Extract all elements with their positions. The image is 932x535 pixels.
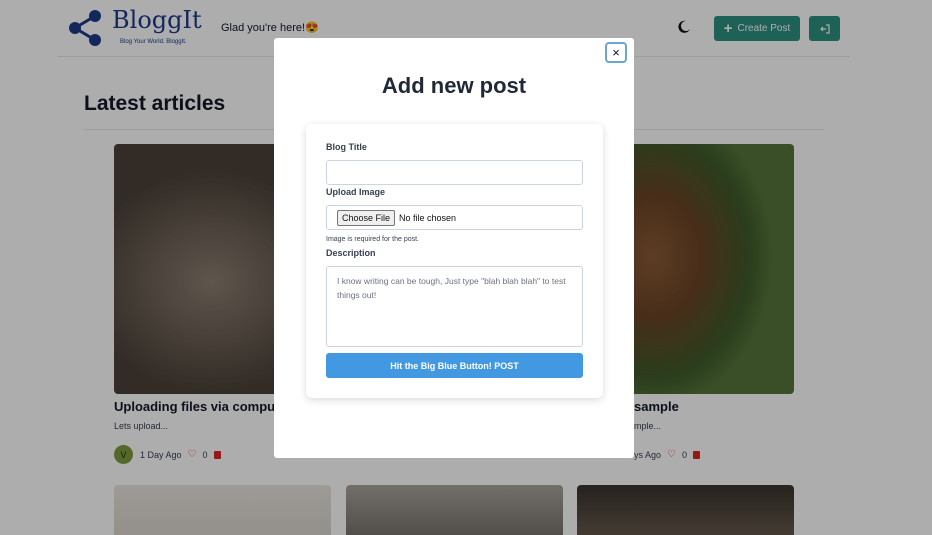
file-status-text: No file chosen: [399, 212, 457, 223]
post-form: Blog Title Upload Image Choose File No f…: [306, 124, 603, 398]
blog-title-label: Blog Title: [326, 142, 367, 152]
modal-title: Add new post: [381, 73, 527, 98]
close-button[interactable]: ×: [605, 42, 627, 63]
submit-post-button[interactable]: Hit the Big Blue Button! POST: [326, 353, 583, 378]
upload-image-label: Upload Image: [326, 187, 386, 197]
close-icon: ×: [612, 45, 620, 60]
add-post-modal: × Add new post Blog Title Upload Image C…: [274, 38, 634, 458]
description-label: Description: [326, 248, 376, 258]
description-textarea[interactable]: I know writing can be tough, Just type "…: [326, 266, 583, 347]
image-required-hint: Image is required for the post.: [326, 236, 419, 243]
choose-file-button[interactable]: Choose File: [337, 209, 396, 226]
image-file-input[interactable]: Choose File No file chosen: [326, 205, 583, 230]
blog-title-input[interactable]: [326, 160, 583, 185]
